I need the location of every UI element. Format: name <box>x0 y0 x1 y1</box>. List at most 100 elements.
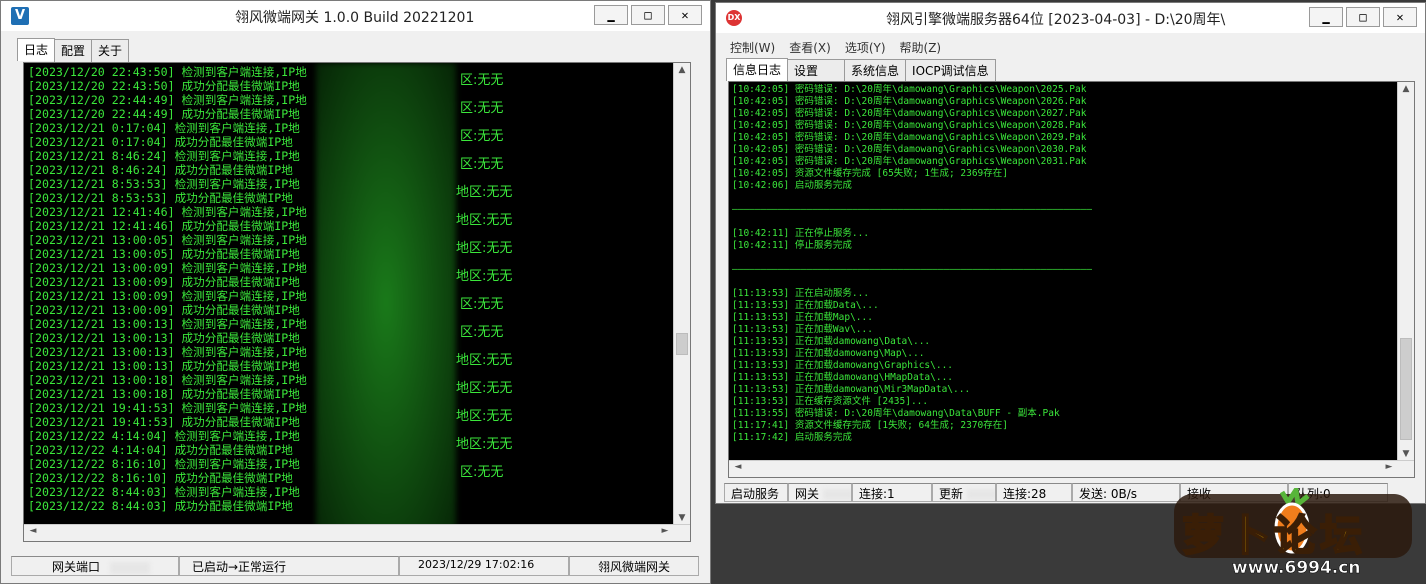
gateway-vscrollbar[interactable]: ▲ ▼ <box>673 63 690 525</box>
status-gateway: 网关 <box>788 483 852 502</box>
status-port-label: 网关端口 <box>52 560 101 574</box>
log-line: [2023/12/21 13:00:09] 检测到客户端连接,IP地 <box>28 261 307 275</box>
maximize-icon[interactable]: □ <box>1346 7 1380 27</box>
log-line: [2023/12/21 19:41:53] 检测到客户端连接,IP地 <box>28 401 307 415</box>
region-suffix: 区:无无 <box>460 465 504 480</box>
server-window: DX 翎风引擎微端服务器64位 [2023-04-03] - D:\20周年\ … <box>715 2 1426 504</box>
close-icon[interactable]: ✕ <box>668 5 702 25</box>
log-line: [2023/12/21 13:00:13] 成功分配最佳微端IP地 <box>28 331 300 345</box>
menu-options[interactable]: 选项(Y) <box>845 39 886 56</box>
redacted-ip-area <box>316 63 456 541</box>
log-line: [11:13:55] 密码错误: D:\20周年\damowang\Data\B… <box>732 408 1060 419</box>
region-suffix: 地区:无无 <box>456 185 513 200</box>
status-update: 更新 <box>932 483 996 502</box>
log-line: [11:13:53] 正在加载damowang\Map\... <box>732 348 925 359</box>
status-update-label: 更新 <box>939 487 964 501</box>
log-line: [2023/12/21 0:17:04] 检测到客户端连接,IP地 <box>28 121 300 135</box>
gateway-tabs: 日志 配置 关于 <box>17 38 130 62</box>
minimize-icon[interactable]: ▁ <box>594 5 628 25</box>
log-line: ————————————————————————————————————————… <box>732 264 1093 275</box>
scroll-up-icon[interactable]: ▲ <box>674 65 690 75</box>
log-line: [11:13:53] 正在加载damowang\Mir3MapData\... <box>732 384 971 395</box>
log-line: [11:17:42] 启动服务完成 <box>732 432 852 443</box>
status-name: 翎风微端网关 <box>569 556 699 576</box>
log-line: [11:13:53] 正在加载damowang\Graphics\... <box>732 360 954 371</box>
log-line: [2023/12/20 22:44:49] 检测到客户端连接,IP地 <box>28 93 307 107</box>
status-port: 网关端口 <box>11 556 179 576</box>
maximize-icon[interactable]: □ <box>631 5 665 25</box>
region-suffix: 区:无无 <box>460 297 504 312</box>
log-line: [11:13:53] 正在启动服务... <box>732 288 870 299</box>
log-line: [2023/12/22 8:16:10] 成功分配最佳微端IP地 <box>28 471 293 485</box>
tab-settings[interactable]: 设置 <box>787 59 846 82</box>
redacted-gateway <box>823 489 851 500</box>
gateway-log-console[interactable]: [2023/12/20 22:43:50] 检测到客户端连接,IP地 [2023/… <box>23 62 691 542</box>
menu-help[interactable]: 帮助(Z) <box>900 39 942 56</box>
log-line: [10:42:11] 正在停止服务... <box>732 228 870 239</box>
region-suffix: 地区:无无 <box>456 381 513 396</box>
region-suffix: 地区:无无 <box>456 437 513 452</box>
server-log-console[interactable]: [10:42:05] 密码错误: D:\20周年\damowang\Graphi… <box>728 81 1415 478</box>
gateway-statusbar: 网关端口 已启动→正常运行 2023/12/29 17:02:16 翎风微端网关 <box>11 556 699 576</box>
log-line: [2023/12/21 13:00:05] 成功分配最佳微端IP地 <box>28 247 300 261</box>
scroll-thumb[interactable] <box>1400 338 1412 440</box>
log-line: [2023/12/22 4:14:04] 检测到客户端连接,IP地 <box>28 429 300 443</box>
log-line: [2023/12/21 13:00:09] 成功分配最佳微端IP地 <box>28 303 300 317</box>
menu-control[interactable]: 控制(W) <box>730 39 775 56</box>
scroll-right-icon[interactable]: ► <box>660 526 670 536</box>
watermark-logo: 萝卜论坛 www.6994.cn <box>1170 488 1420 582</box>
gateway-app-icon: V <box>11 7 29 25</box>
region-suffix: 地区:无无 <box>456 269 513 284</box>
tab-system-info[interactable]: 系统信息 <box>844 59 907 82</box>
log-line: [10:42:05] 资源文件缓存完成 [65失败; 1生成; 2369存在] <box>732 168 1008 179</box>
log-line: [2023/12/22 4:14:04] 成功分配最佳微端IP地 <box>28 443 293 457</box>
gateway-window: V 翎风微端网关 1.0.0 Build 20221201 ▁ □ ✕ 日志 配… <box>0 0 711 584</box>
close-icon[interactable]: ✕ <box>1383 7 1417 27</box>
minimize-icon[interactable]: ▁ <box>1309 7 1343 27</box>
redacted-port <box>110 561 151 574</box>
gateway-titlebar[interactable]: V 翎风微端网关 1.0.0 Build 20221201 ▁ □ ✕ <box>1 1 710 31</box>
log-line: [2023/12/21 13:00:13] 检测到客户端连接,IP地 <box>28 317 307 331</box>
status-start-service[interactable]: 启动服务 <box>724 483 788 502</box>
scroll-left-icon[interactable]: ◄ <box>733 462 743 472</box>
status-state: 已启动→正常运行 <box>179 556 399 576</box>
region-suffix: 区:无无 <box>460 129 504 144</box>
log-line: [2023/12/21 12:41:46] 检测到客户端连接,IP地 <box>28 205 307 219</box>
tab-info-log[interactable]: 信息日志 <box>726 58 789 81</box>
server-hscrollbar[interactable]: ◄ ► <box>729 460 1414 477</box>
status-connections-1: 连接:1 <box>852 483 932 502</box>
log-line: [2023/12/21 12:41:46] 成功分配最佳微端IP地 <box>28 219 300 233</box>
tab-about[interactable]: 关于 <box>91 39 130 62</box>
tab-config[interactable]: 配置 <box>54 39 93 62</box>
server-vscrollbar[interactable]: ▲ ▼ <box>1397 82 1414 461</box>
log-line: [10:42:05] 密码错误: D:\20周年\damowang\Graphi… <box>732 108 1087 119</box>
scroll-right-icon[interactable]: ► <box>1384 462 1394 472</box>
gateway-window-title: 翎风微端网关 1.0.0 Build 20221201 <box>235 10 475 26</box>
gateway-hscrollbar[interactable]: ◄ ► <box>24 524 690 541</box>
tab-iocp-debug[interactable]: IOCP调试信息 <box>905 59 996 82</box>
scroll-thumb[interactable] <box>676 333 688 355</box>
server-titlebar[interactable]: DX 翎风引擎微端服务器64位 [2023-04-03] - D:\20周年\ … <box>716 3 1425 33</box>
scroll-down-icon[interactable]: ▼ <box>1398 449 1414 459</box>
tab-log[interactable]: 日志 <box>17 38 56 61</box>
log-line: ————————————————————————————————————————… <box>732 204 1093 215</box>
log-line: [2023/12/20 22:43:50] 成功分配最佳微端IP地 <box>28 79 300 93</box>
menu-view[interactable]: 查看(X) <box>789 39 831 56</box>
scroll-up-icon[interactable]: ▲ <box>1398 84 1414 94</box>
scroll-down-icon[interactable]: ▼ <box>674 513 690 523</box>
log-line: [11:13:53] 正在加载Wav\... <box>732 324 873 335</box>
log-line: [2023/12/22 8:16:10] 检测到客户端连接,IP地 <box>28 457 300 471</box>
log-line: [11:13:53] 正在加载damowang\Data\... <box>732 336 931 347</box>
log-line: [10:42:05] 密码错误: D:\20周年\damowang\Graphi… <box>732 156 1087 167</box>
log-line: [2023/12/21 19:41:53] 成功分配最佳微端IP地 <box>28 415 300 429</box>
server-log: [10:42:05] 密码错误: D:\20周年\damowang\Graphi… <box>732 84 1092 444</box>
server-app-icon: DX <box>726 10 742 26</box>
watermark-brand: 萝卜论坛 <box>1181 510 1367 561</box>
status-send: 发送: 0B/s <box>1072 483 1180 502</box>
log-line: [10:42:05] 密码错误: D:\20周年\damowang\Graphi… <box>732 84 1087 95</box>
region-suffix: 区:无无 <box>460 101 504 116</box>
log-line: [2023/12/21 13:00:13] 成功分配最佳微端IP地 <box>28 359 300 373</box>
scroll-left-icon[interactable]: ◄ <box>28 526 38 536</box>
